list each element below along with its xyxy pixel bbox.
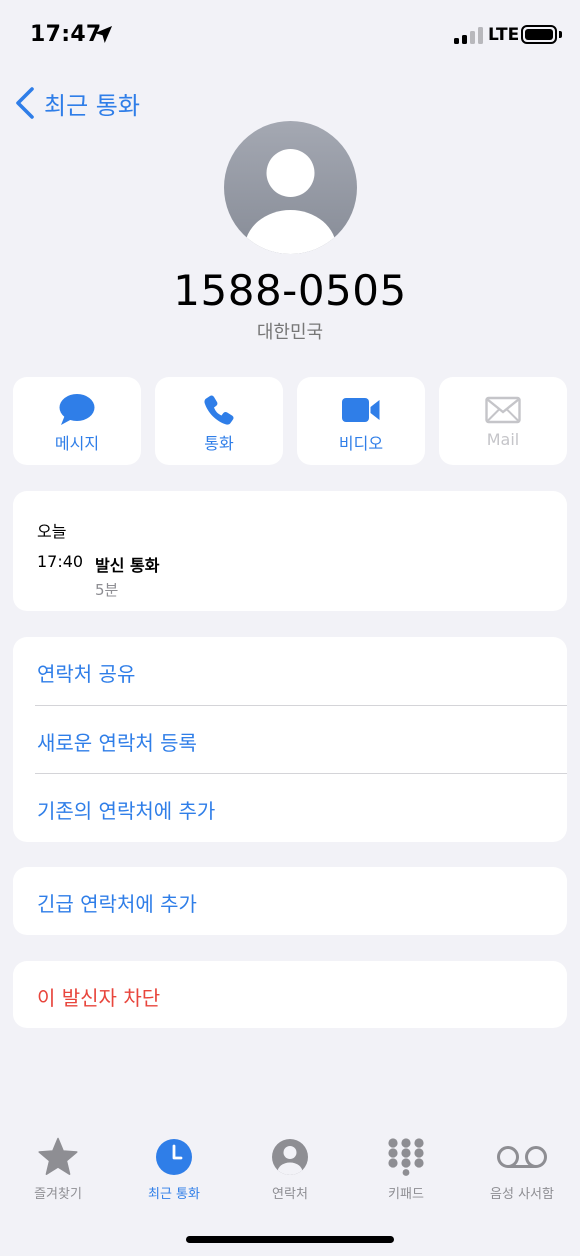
back-button[interactable]: 최근 통화	[12, 84, 140, 122]
add-to-existing-contact-label: 기존의 연락처에 추가	[37, 799, 216, 823]
keypad-icon	[388, 1138, 424, 1176]
location-arrow-icon	[94, 25, 113, 44]
chevron-left-icon	[16, 87, 34, 119]
country-label: 대한민국	[256, 322, 324, 343]
call-duration: 5분	[95, 581, 119, 599]
video-button[interactable]: 비디오	[297, 377, 425, 465]
call-history-card: 오늘 17:40 발신 통화 5분	[13, 491, 567, 611]
voicemail-icon	[497, 1146, 547, 1168]
tab-voicemail[interactable]: 음성 사서함	[464, 1133, 580, 1213]
add-emergency-contact-label: 긴급 연락처에 추가	[37, 892, 197, 916]
tab-recents[interactable]: 최근 통화	[116, 1133, 232, 1213]
call-date-label: 오늘	[37, 522, 67, 541]
status-time: 17:47	[30, 22, 102, 47]
tab-recents-label: 최근 통화	[148, 1187, 200, 1202]
call-button[interactable]: 통화	[155, 377, 283, 465]
video-label: 비디오	[338, 434, 384, 453]
mail-envelope-icon	[485, 396, 521, 424]
battery-icon	[521, 25, 557, 44]
home-indicator[interactable]	[186, 1236, 394, 1243]
clock-icon	[156, 1139, 192, 1175]
create-new-contact-button[interactable]: 새로운 연락처 등록	[13, 706, 567, 774]
block-caller-button[interactable]: 이 발신자 차단	[13, 961, 567, 1028]
share-contact-button[interactable]: 연락처 공유	[13, 637, 567, 705]
cellular-signal-icon	[454, 27, 484, 44]
star-icon	[38, 1137, 78, 1175]
status-bar: 17:47 LTE	[0, 0, 580, 70]
person-silhouette-icon	[244, 149, 337, 254]
message-bubble-icon	[59, 394, 95, 425]
block-caller-label: 이 발신자 차단	[37, 986, 161, 1010]
tab-contacts-label: 연락처	[272, 1187, 308, 1202]
tab-favorites[interactable]: 즐겨찾기	[0, 1133, 116, 1213]
contact-detail-screen: 17:47 LTE 최근 통화 1588-0505 대한민국 메시지 통화 비디…	[0, 0, 580, 1256]
tab-voicemail-label: 음성 사서함	[490, 1187, 554, 1202]
share-contact-label: 연락처 공유	[37, 662, 136, 686]
mail-button[interactable]: Mail	[439, 377, 567, 465]
call-type: 발신 통화	[95, 556, 160, 575]
emergency-contact-card: 긴급 연락처에 추가	[13, 867, 567, 935]
message-label: 메시지	[54, 434, 100, 453]
tab-keypad-label: 키패드	[388, 1187, 424, 1202]
create-new-contact-label: 새로운 연락처 등록	[37, 731, 197, 755]
back-label: 최근 통화	[44, 91, 140, 120]
network-type: LTE	[488, 25, 520, 45]
contact-avatar	[224, 121, 357, 254]
tab-keypad[interactable]: 키패드	[348, 1133, 464, 1213]
video-camera-icon	[342, 398, 380, 422]
call-label: 통화	[204, 434, 234, 453]
contact-options-card: 연락처 공유 새로운 연락처 등록 기존의 연락처에 추가	[13, 637, 567, 842]
phone-icon	[204, 395, 234, 425]
mail-label: Mail	[486, 430, 520, 449]
tab-contacts[interactable]: 연락처	[232, 1133, 348, 1213]
battery-nub	[559, 31, 562, 38]
block-caller-card: 이 발신자 차단	[13, 961, 567, 1028]
person-circle-icon	[272, 1139, 308, 1175]
phone-number: 1588-0505	[173, 266, 407, 315]
add-emergency-contact-button[interactable]: 긴급 연락처에 추가	[13, 867, 567, 935]
tab-favorites-label: 즐겨찾기	[34, 1187, 82, 1202]
call-time: 17:40	[37, 552, 84, 571]
message-button[interactable]: 메시지	[13, 377, 141, 465]
add-to-existing-contact-button[interactable]: 기존의 연락처에 추가	[13, 774, 567, 842]
